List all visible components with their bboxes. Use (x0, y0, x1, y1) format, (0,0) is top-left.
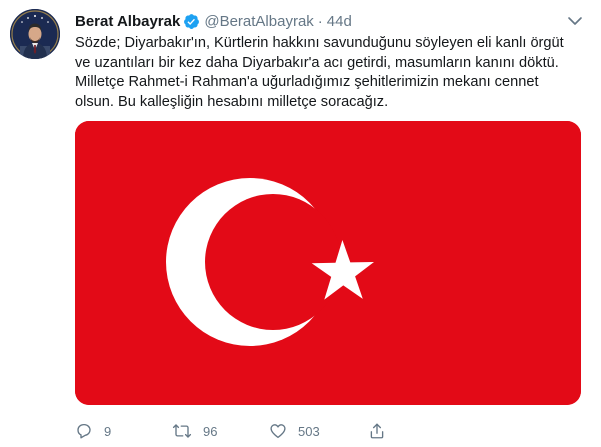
tweet-timestamp[interactable]: 44d (327, 13, 352, 30)
heart-icon (269, 422, 287, 440)
tweet-text-line: olsun. Bu kalleşliğin hesabını milletçe … (75, 93, 389, 110)
reply-count: 9 (104, 423, 112, 439)
tweet-text-line: ve uzantıları bir kez daha Diyarbakır'a … (75, 54, 559, 71)
retweet-icon (172, 422, 192, 440)
tweet-text-line: Milletçe Rahmet-i Rahman'a uğurladığımız… (75, 74, 539, 90)
like-button[interactable]: 503 (269, 419, 320, 443)
retweet-count: 96 (203, 423, 218, 439)
avatar[interactable] (10, 9, 60, 59)
retweet-button[interactable]: 96 (172, 419, 217, 443)
flag-crescent-inner (205, 194, 341, 330)
tweet-media-image[interactable] (75, 121, 581, 405)
tweet-text: Sözde; Diyarbakır'ın, Kürtlerin hakkını … (75, 34, 595, 112)
tweet-actions: 9 96 503 (75, 419, 595, 443)
tweet-card[interactable]: Berat Albayrak @BeratAlbayrak · 44d Sözd… (0, 0, 601, 447)
like-count: 503 (298, 423, 320, 439)
share-icon (368, 422, 386, 440)
reply-button[interactable]: 9 (75, 419, 111, 443)
verified-badge-icon (183, 13, 200, 30)
tweet-header: Berat Albayrak @BeratAlbayrak · 44d (75, 11, 352, 31)
chevron-down-icon[interactable] (566, 12, 584, 30)
author-handle[interactable]: @BeratAlbayrak (204, 13, 313, 30)
author-name[interactable]: Berat Albayrak (75, 13, 180, 30)
reply-icon (75, 422, 93, 440)
tweet-text-line: Sözde; Diyarbakır'ın, Kürtlerin hakkını … (75, 35, 564, 51)
separator-dot: · (317, 12, 323, 30)
share-button[interactable] (368, 419, 386, 443)
